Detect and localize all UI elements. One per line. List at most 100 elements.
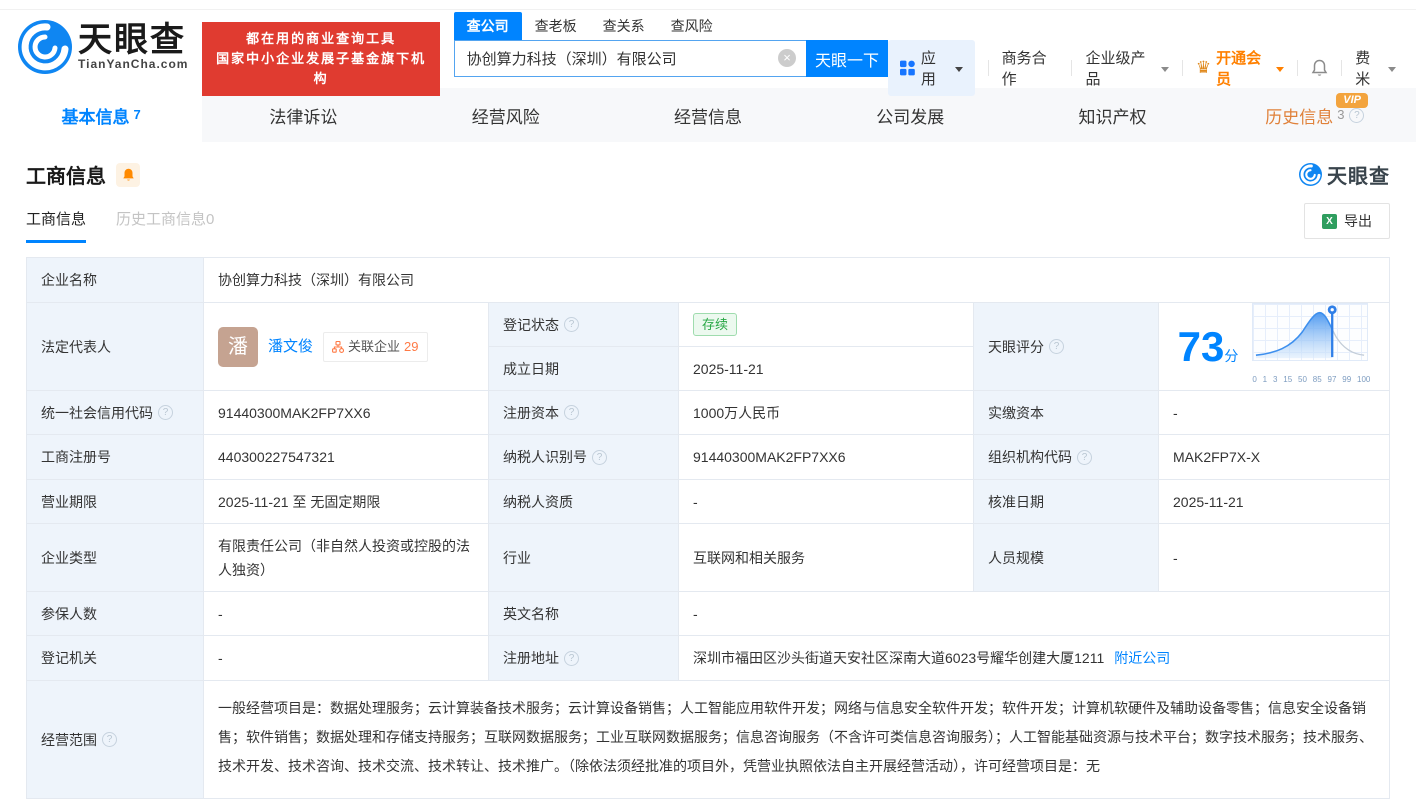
reg-number-value: 440300227547321 — [204, 435, 489, 480]
field-label: 天眼评分 — [974, 303, 1159, 391]
legal-rep-link[interactable]: 潘文俊 — [268, 336, 313, 358]
help-icon[interactable] — [564, 651, 579, 666]
logo-brand: 天眼查 — [78, 23, 188, 57]
tianyancha-logo[interactable]: 天眼查 TianYanCha.com — [18, 20, 188, 74]
field-label: 注册地址 — [489, 636, 679, 681]
chevron-down-icon — [1161, 67, 1169, 72]
score-value: 73 — [1178, 323, 1225, 370]
menu-open-vip[interactable]: ♛ 开通会员 — [1196, 47, 1284, 89]
business-scope-value: 一般经营项目是：数据处理服务；云计算装备技术服务；云计算设备销售；人工智能应用软… — [204, 681, 1389, 798]
help-icon[interactable] — [1077, 450, 1092, 465]
watermark-swirl-icon — [1299, 163, 1322, 186]
subtab-business-info[interactable]: 工商信息 — [26, 208, 86, 243]
export-button[interactable]: 导出 — [1304, 203, 1390, 239]
search-tab-risk[interactable]: 查风险 — [658, 12, 726, 40]
field-label: 登记机关 — [27, 636, 204, 681]
industry-value: 互联网和相关服务 — [679, 524, 974, 592]
field-label: 经营范围 — [27, 681, 204, 798]
tab-legal-proceedings[interactable]: 法律诉讼 — [202, 88, 404, 142]
help-icon[interactable] — [564, 405, 579, 420]
chevron-down-icon — [1276, 67, 1284, 72]
help-icon[interactable] — [592, 450, 607, 465]
search-tab-boss[interactable]: 查老板 — [522, 12, 590, 40]
field-label: 企业名称 — [27, 258, 204, 303]
tyc-score-cell[interactable]: 73分 — [1159, 303, 1389, 391]
notification-bell-icon[interactable] — [1311, 59, 1328, 77]
help-icon[interactable] — [1349, 108, 1364, 123]
reg-status-cell: 存续 — [679, 303, 974, 347]
score-unit: 分 — [1224, 348, 1238, 364]
reg-address-cell: 深圳市福田区沙头街道天安社区深南大道6023号耀华创建大厦1211 附近公司 — [679, 636, 1389, 681]
status-badge: 存续 — [693, 313, 737, 336]
insured-count-value: - — [204, 592, 489, 636]
related-companies-badge[interactable]: 关联企业 29 — [323, 332, 427, 362]
excel-icon — [1322, 214, 1337, 229]
field-label: 核准日期 — [974, 480, 1159, 524]
watermark-text: 天眼查 — [1327, 160, 1390, 189]
score-axis-ticks: 0131550859799100 — [1252, 369, 1370, 391]
field-label: 组织机构代码 — [974, 435, 1159, 480]
field-label: 登记状态 — [489, 303, 679, 347]
field-label: 统一社会信用代码 — [27, 391, 204, 435]
field-label: 参保人数 — [27, 592, 204, 636]
field-label: 纳税人识别号 — [489, 435, 679, 480]
help-icon[interactable] — [564, 317, 579, 332]
taxpayer-id-value: 91440300MAK2FP7XX6 — [679, 435, 974, 480]
menu-user[interactable]: 费米 — [1355, 47, 1396, 89]
tianyancha-watermark: 天眼查 — [1299, 160, 1390, 189]
field-label: 注册资本 — [489, 391, 679, 435]
help-icon[interactable] — [1049, 339, 1064, 354]
field-label: 实缴资本 — [974, 391, 1159, 435]
tab-business-info[interactable]: 经营信息 — [607, 88, 809, 142]
nearby-companies-link[interactable]: 附近公司 — [1114, 647, 1170, 669]
menu-enterprise-products[interactable]: 企业级产品 — [1085, 47, 1168, 89]
tab-business-risk[interactable]: 经营风险 — [405, 88, 607, 142]
tab-basic-info[interactable]: 基本信息 7 — [0, 88, 202, 142]
search-button[interactable]: 天眼一下 — [806, 40, 888, 77]
slogan-badge: 都在用的商业查询工具 国家中小企业发展子基金旗下机构 — [202, 22, 439, 96]
org-network-icon — [332, 341, 344, 353]
menu-cooperation[interactable]: 商务合作 — [1002, 47, 1059, 89]
company-name-value: 协创算力科技（深圳）有限公司 — [204, 258, 1389, 303]
crown-icon: ♛ — [1196, 61, 1211, 75]
field-label: 企业类型 — [27, 524, 204, 592]
logo-swirl-icon — [18, 20, 72, 74]
field-label: 工商注册号 — [27, 435, 204, 480]
search-input[interactable] — [454, 40, 806, 77]
field-label: 营业期限 — [27, 480, 204, 524]
tab-count: 7 — [134, 107, 141, 122]
apps-label: 应用 — [921, 47, 949, 89]
tab-company-development[interactable]: 公司发展 — [809, 88, 1011, 142]
search-tab-relation[interactable]: 查关系 — [590, 12, 658, 40]
business-info-section: 工商信息 天眼查 工商信息 历史工商信息0 导出 企业名称 — [0, 160, 1416, 799]
field-label: 人员规模 — [974, 524, 1159, 592]
establish-date-value: 2025-11-21 — [679, 347, 974, 391]
tab-count: 3 — [1337, 107, 1344, 122]
field-label: 成立日期 — [489, 347, 679, 391]
subtab-history-business-info[interactable]: 历史工商信息0 — [116, 208, 214, 243]
org-code-value: MAK2FP7X-X — [1159, 435, 1389, 480]
field-label: 行业 — [489, 524, 679, 592]
legal-rep-avatar[interactable]: 潘 — [218, 327, 258, 367]
taxpayer-quality-value: - — [679, 480, 974, 524]
related-companies-count: 29 — [404, 336, 418, 358]
tab-intellectual-property[interactable]: 知识产权 — [1011, 88, 1213, 142]
company-type-value: 有限责任公司（非自然人投资或控股的法人独资） — [204, 524, 489, 592]
apps-grid-icon — [900, 60, 915, 76]
help-icon[interactable] — [102, 732, 117, 747]
company-nav-tabs: 基本信息 7 法律诉讼 经营风险 经营信息 公司发展 知识产权 VIP 历史信息… — [0, 88, 1416, 142]
subscribe-bell-icon[interactable] — [116, 163, 140, 187]
header: 天眼查 TianYanCha.com 都在用的商业查询工具 国家中小企业发展子基… — [0, 10, 1416, 88]
slogan-line1: 都在用的商业查询工具 — [212, 29, 429, 49]
score-distribution-chart: 0131550859799100 — [1252, 303, 1370, 391]
english-name-value: - — [679, 592, 1389, 636]
reg-address-value: 深圳市福田区沙头街道天安社区深南大道6023号耀华创建大厦1211 — [693, 647, 1104, 669]
tab-history-info[interactable]: VIP 历史信息 3 — [1214, 88, 1416, 142]
search-tab-company[interactable]: 查公司 — [454, 12, 522, 40]
field-label: 英文名称 — [489, 592, 679, 636]
legal-rep-cell: 潘 潘文俊 关联企业 29 — [204, 303, 489, 391]
paid-capital-value: - — [1159, 391, 1389, 435]
chevron-down-icon — [1388, 67, 1396, 72]
help-icon[interactable] — [158, 405, 173, 420]
top-strip — [0, 0, 1416, 10]
